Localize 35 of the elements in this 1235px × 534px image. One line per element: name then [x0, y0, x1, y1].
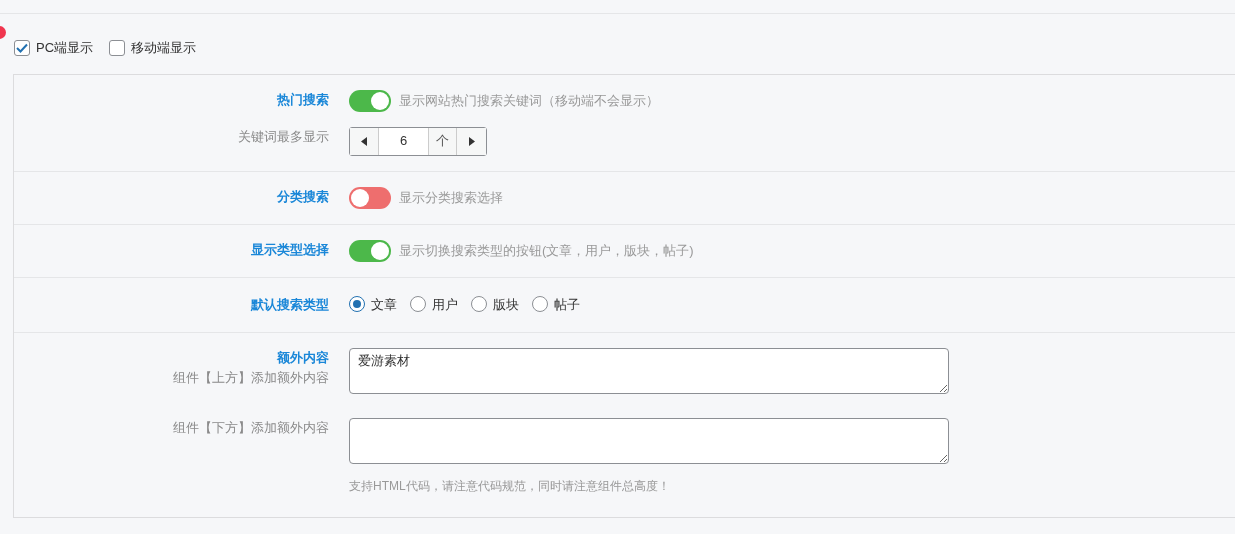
radio-label: 版块	[493, 295, 519, 314]
checkbox-label: PC端显示	[36, 39, 94, 57]
increment-button[interactable]	[457, 127, 486, 155]
radio-button[interactable]	[532, 296, 548, 313]
text-area[interactable]: 爱游素材	[349, 347, 949, 394]
setting-label: 显示类型选择	[251, 240, 329, 259]
toggle-switch[interactable]	[349, 89, 391, 112]
setting-description: 显示切换搜索类型的按钮(文章，用户，版块，帖子)	[399, 241, 694, 260]
setting-label: 额外内容	[277, 348, 329, 367]
setting-description: 显示网站热门搜索关键词（移动端不会显示）	[399, 91, 659, 110]
radio-button[interactable]	[410, 296, 426, 313]
checkbox[interactable]	[14, 39, 30, 56]
setting-label: 关键词最多显示	[238, 127, 329, 146]
number-input[interactable]: 6	[379, 127, 428, 155]
setting-description: 显示分类搜索选择	[399, 188, 503, 207]
right-triangle-icon	[468, 136, 475, 146]
setting-label: 热门搜索	[277, 90, 329, 109]
radio-label: 帖子	[554, 295, 580, 314]
setting-sublabel: 组件【下方】添加额外内容	[173, 418, 329, 437]
radio-button[interactable]	[471, 296, 487, 313]
hint-text: 支持HTML代码，请注意代码规范，同时请注意组件总高度！	[349, 477, 671, 495]
radio-button[interactable]	[349, 296, 365, 313]
text-area[interactable]	[349, 417, 949, 464]
setting-sublabel: 组件【上方】添加额外内容	[173, 368, 329, 387]
left-triangle-icon	[361, 136, 367, 146]
setting-label: 默认搜索类型	[251, 295, 329, 314]
setting-label: 分类搜索	[277, 187, 329, 206]
toggle-switch[interactable]	[349, 186, 391, 209]
checkbox-label: 移动端显示	[131, 39, 197, 57]
radio-label: 用户	[432, 295, 458, 314]
unit-label: 个	[428, 127, 457, 155]
toggle-switch[interactable]	[349, 239, 391, 262]
checkbox[interactable]	[109, 39, 126, 56]
radio-label: 文章	[371, 295, 397, 314]
decrement-button[interactable]	[350, 127, 379, 155]
